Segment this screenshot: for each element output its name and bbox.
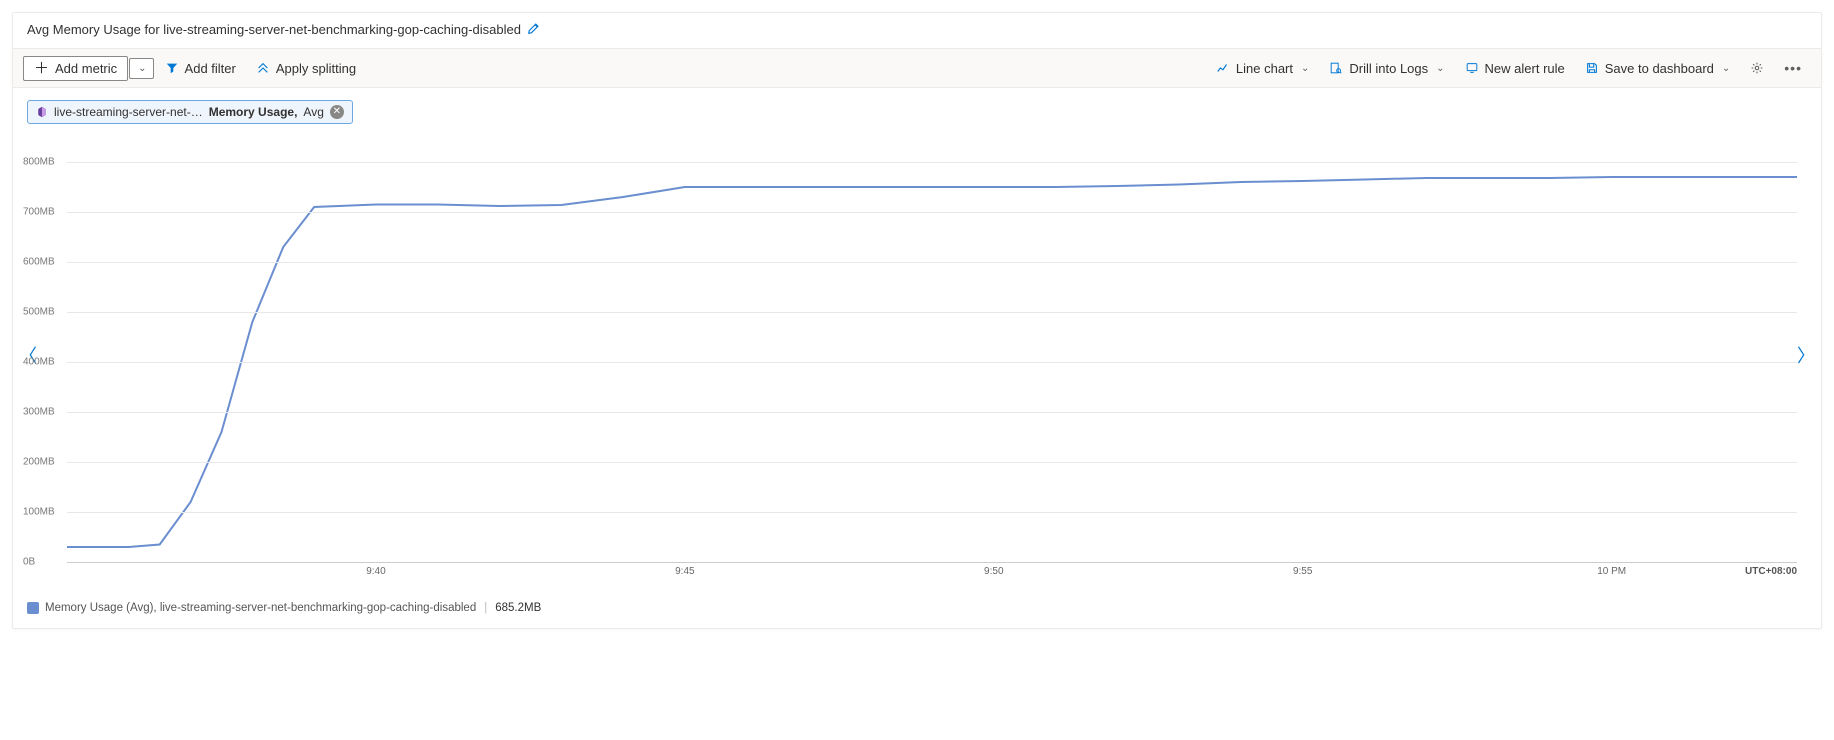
gridline bbox=[67, 262, 1797, 263]
timezone-label: UTC+08:00 bbox=[1745, 566, 1797, 577]
chevron-down-icon: ⌄ bbox=[138, 63, 146, 74]
chart-area: 〈 〉 0B100MB200MB300MB400MB500MB600MB700M… bbox=[13, 124, 1821, 586]
apply-splitting-label: Apply splitting bbox=[276, 61, 356, 76]
add-filter-label: Add filter bbox=[185, 61, 236, 76]
x-tick-label: 9:55 bbox=[1293, 566, 1312, 577]
add-metric-dropdown[interactable]: ⌄ bbox=[129, 58, 153, 79]
legend-swatch bbox=[27, 602, 39, 614]
drill-logs-button[interactable]: Drill into Logs ⌄ bbox=[1320, 56, 1453, 81]
add-filter-button[interactable]: Add filter bbox=[156, 56, 245, 81]
more-icon: ••• bbox=[1784, 60, 1802, 76]
chevron-right-icon: 〉 bbox=[1797, 346, 1815, 366]
chevron-down-icon: ⌄ bbox=[1301, 63, 1309, 74]
settings-button[interactable] bbox=[1741, 56, 1773, 80]
gridline bbox=[67, 362, 1797, 363]
gridline bbox=[67, 162, 1797, 163]
new-alert-button[interactable]: New alert rule bbox=[1456, 56, 1574, 81]
x-tick-label: 9:45 bbox=[675, 566, 694, 577]
legend: Memory Usage (Avg), live-streaming-serve… bbox=[13, 586, 1821, 628]
gridline bbox=[67, 412, 1797, 413]
add-metric-label: Add metric bbox=[55, 61, 117, 76]
x-tick-label: 9:40 bbox=[366, 566, 385, 577]
y-tick-label: 700MB bbox=[23, 207, 63, 218]
y-tick-label: 100MB bbox=[23, 507, 63, 518]
x-tick-label: 9:50 bbox=[984, 566, 1003, 577]
chart-title: Avg Memory Usage for live-streaming-serv… bbox=[27, 22, 521, 37]
gridline bbox=[67, 512, 1797, 513]
resource-icon bbox=[36, 106, 48, 118]
chart-type-label: Line chart bbox=[1236, 61, 1293, 76]
logs-icon bbox=[1329, 61, 1343, 75]
chevron-down-icon: ⌄ bbox=[1436, 63, 1444, 74]
gridline bbox=[67, 212, 1797, 213]
chevron-down-icon: ⌄ bbox=[1722, 63, 1730, 74]
metric-pill-metric: Memory Usage, bbox=[209, 105, 298, 119]
drill-logs-label: Drill into Logs bbox=[1349, 61, 1428, 76]
x-tick-label: 10 PM bbox=[1597, 566, 1626, 577]
y-tick-label: 0B bbox=[23, 557, 63, 568]
y-tick-label: 800MB bbox=[23, 157, 63, 168]
toolbar: ＋ Add metric ⌄ Add filter Apply splittin… bbox=[13, 48, 1821, 88]
metric-pill-resource: live-streaming-server-net-… bbox=[54, 105, 203, 119]
y-tick-label: 500MB bbox=[23, 307, 63, 318]
alert-icon bbox=[1465, 61, 1479, 75]
edit-title-icon[interactable] bbox=[527, 21, 541, 38]
filter-icon bbox=[165, 61, 179, 75]
add-metric-button[interactable]: ＋ Add metric bbox=[23, 56, 128, 81]
metric-pill-agg: Avg bbox=[303, 105, 323, 119]
split-icon bbox=[256, 61, 270, 75]
metric-pill[interactable]: live-streaming-server-net-… Memory Usage… bbox=[27, 100, 353, 124]
line-chart: 0B100MB200MB300MB400MB500MB600MB700MB800… bbox=[67, 162, 1797, 562]
apply-splitting-button[interactable]: Apply splitting bbox=[247, 56, 365, 81]
new-alert-label: New alert rule bbox=[1485, 61, 1565, 76]
remove-metric-icon[interactable]: ✕ bbox=[330, 105, 344, 119]
y-tick-label: 600MB bbox=[23, 257, 63, 268]
legend-value: 685.2MB bbox=[495, 602, 541, 614]
x-axis: UTC+08:00 9:40 9:45 9:50 9:55 10 PM bbox=[67, 562, 1797, 582]
chart-type-button[interactable]: Line chart ⌄ bbox=[1207, 56, 1318, 81]
plus-icon: ＋ bbox=[34, 61, 49, 76]
more-button[interactable]: ••• bbox=[1775, 55, 1811, 81]
y-tick-label: 400MB bbox=[23, 357, 63, 368]
gridline bbox=[67, 462, 1797, 463]
gear-icon bbox=[1750, 61, 1764, 75]
line-chart-icon bbox=[1216, 61, 1230, 75]
y-tick-label: 200MB bbox=[23, 457, 63, 468]
metric-pill-row: live-streaming-server-net-… Memory Usage… bbox=[13, 88, 1821, 124]
save-icon bbox=[1585, 61, 1599, 75]
metrics-card: Avg Memory Usage for live-streaming-serv… bbox=[12, 12, 1822, 629]
save-dashboard-label: Save to dashboard bbox=[1605, 61, 1714, 76]
card-header: Avg Memory Usage for live-streaming-serv… bbox=[13, 13, 1821, 48]
save-dashboard-button[interactable]: Save to dashboard ⌄ bbox=[1576, 56, 1740, 81]
y-tick-label: 300MB bbox=[23, 407, 63, 418]
gridline bbox=[67, 312, 1797, 313]
legend-label: Memory Usage (Avg), live-streaming-serve… bbox=[45, 602, 476, 614]
